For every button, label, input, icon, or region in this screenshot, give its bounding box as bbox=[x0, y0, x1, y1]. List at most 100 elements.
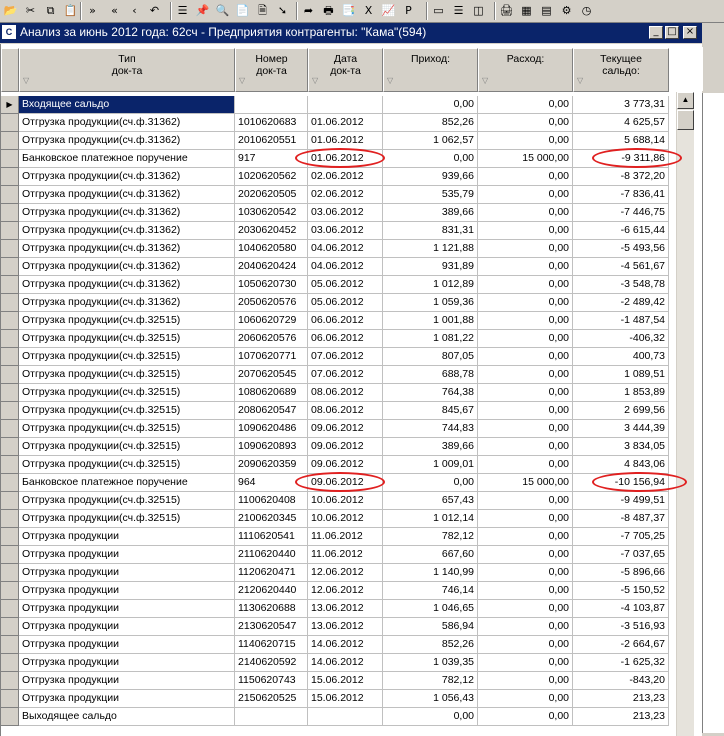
col-expense-cell[interactable]: 0,00 bbox=[478, 492, 573, 510]
table-row[interactable]: Отгрузка продукции(сч.ф.32515) 1090620486… bbox=[1, 420, 675, 438]
col-balance-cell[interactable]: -7 836,41 bbox=[573, 186, 669, 204]
col-doc-date-cell[interactable]: 14.06.2012 bbox=[308, 636, 383, 654]
col-expense-cell[interactable]: 0,00 bbox=[478, 222, 573, 240]
col-expense-cell[interactable]: 0,00 bbox=[478, 294, 573, 312]
col-income-cell[interactable]: 831,31 bbox=[383, 222, 478, 240]
table-row[interactable]: Отгрузка продукции(сч.ф.31362) 2050620576… bbox=[1, 294, 675, 312]
col-income-cell[interactable]: 939,66 bbox=[383, 168, 478, 186]
col-income-cell[interactable]: 389,66 bbox=[383, 438, 478, 456]
print-icon[interactable]: 🖶 bbox=[320, 2, 337, 19]
col-doc-number-cell[interactable]: 2150620525 bbox=[235, 690, 308, 708]
col-doc-type-cell[interactable]: Отгрузка продукции(сч.ф.31362) bbox=[19, 114, 235, 132]
sort-arrow-icon[interactable]: ▽ bbox=[239, 75, 245, 87]
table-row[interactable]: Отгрузка продукции 1140620715 14.06.2012 85… bbox=[1, 636, 675, 654]
row-indicator[interactable] bbox=[1, 348, 19, 366]
table-row[interactable]: Отгрузка продукции(сч.ф.32515) 2070620545… bbox=[1, 366, 675, 384]
col-expense-cell[interactable]: 15 000,00 bbox=[478, 150, 573, 168]
col-income-cell[interactable]: 1 009,01 bbox=[383, 456, 478, 474]
table-row[interactable]: Отгрузка продукции(сч.ф.31362) 1050620730… bbox=[1, 276, 675, 294]
col-income-cell[interactable]: 1 012,89 bbox=[383, 276, 478, 294]
col-doc-date-cell[interactable]: 10.06.2012 bbox=[308, 492, 383, 510]
col-expense-cell[interactable]: 0,00 bbox=[478, 672, 573, 690]
col-doc-number-cell[interactable]: 2110620440 bbox=[235, 546, 308, 564]
maximize-button[interactable]: □ bbox=[665, 26, 679, 39]
row-indicator[interactable] bbox=[1, 150, 19, 168]
col-doc-number-cell[interactable]: 1050620730 bbox=[235, 276, 308, 294]
col-doc-date-cell[interactable]: 12.06.2012 bbox=[308, 582, 383, 600]
print-preview-icon[interactable]: 🔍 bbox=[214, 2, 231, 19]
col-balance-cell[interactable]: -5 493,56 bbox=[573, 240, 669, 258]
table-row[interactable]: Отгрузка продукции 2130620547 13.06.2012 58… bbox=[1, 618, 675, 636]
col-expense-cell[interactable]: 0,00 bbox=[478, 438, 573, 456]
col-doc-date-cell[interactable]: 04.06.2012 bbox=[308, 258, 383, 276]
col-doc-date-cell[interactable]: 04.06.2012 bbox=[308, 240, 383, 258]
col-income-cell[interactable]: 1 039,35 bbox=[383, 654, 478, 672]
col-doc-type-cell[interactable]: Отгрузка продукции(сч.ф.32515) bbox=[19, 330, 235, 348]
col-doc-type-cell[interactable]: Отгрузка продукции(сч.ф.31362) bbox=[19, 276, 235, 294]
col-doc-date-cell[interactable]: 12.06.2012 bbox=[308, 564, 383, 582]
col-expense-header[interactable]: Расход: ▽ bbox=[478, 48, 573, 92]
col-expense-cell[interactable]: 0,00 bbox=[478, 618, 573, 636]
col-doc-type-cell[interactable]: Отгрузка продукции(сч.ф.32515) bbox=[19, 312, 235, 330]
col-income-cell[interactable]: 852,26 bbox=[383, 114, 478, 132]
col-doc-number-cell[interactable]: 1120620471 bbox=[235, 564, 308, 582]
col-doc-date-cell[interactable] bbox=[308, 708, 383, 726]
col-doc-type-cell[interactable]: Отгрузка продукции bbox=[19, 528, 235, 546]
col-expense-cell[interactable]: 0,00 bbox=[478, 582, 573, 600]
col-doc-date-cell[interactable]: 09.06.2012 bbox=[308, 474, 383, 492]
col-doc-type-cell[interactable]: Отгрузка продукции(сч.ф.31362) bbox=[19, 222, 235, 240]
col-income-cell[interactable]: 746,14 bbox=[383, 582, 478, 600]
row-indicator[interactable] bbox=[1, 366, 19, 384]
row-indicator[interactable] bbox=[1, 528, 19, 546]
col-expense-cell[interactable]: 0,00 bbox=[478, 456, 573, 474]
col-expense-cell[interactable]: 0,00 bbox=[478, 114, 573, 132]
col-doc-type-cell[interactable]: Отгрузка продукции(сч.ф.32515) bbox=[19, 420, 235, 438]
col-expense-cell[interactable]: 0,00 bbox=[478, 330, 573, 348]
table-row[interactable]: Отгрузка продукции 1130620688 13.06.2012 1 … bbox=[1, 600, 675, 618]
back-step-icon[interactable]: ‹ bbox=[126, 2, 143, 19]
col-doc-date-cell[interactable]: 03.06.2012 bbox=[308, 204, 383, 222]
col-doc-number-cell[interactable]: 1150620743 bbox=[235, 672, 308, 690]
col-doc-number-cell[interactable]: 964 bbox=[235, 474, 308, 492]
table-row[interactable]: Отгрузка продукции 2150620525 15.06.2012 1 … bbox=[1, 690, 675, 708]
col-balance-cell[interactable]: 1 853,89 bbox=[573, 384, 669, 402]
table-row[interactable]: Отгрузка продукции(сч.ф.31362) 2040620424… bbox=[1, 258, 675, 276]
col-doc-number-cell[interactable]: 2050620576 bbox=[235, 294, 308, 312]
col-doc-date-cell[interactable]: 13.06.2012 bbox=[308, 618, 383, 636]
table-row[interactable]: Отгрузка продукции(сч.ф.32515) 1100620408… bbox=[1, 492, 675, 510]
col-income-cell[interactable]: 0,00 bbox=[383, 96, 478, 114]
col-balance-cell[interactable]: 213,23 bbox=[573, 708, 669, 726]
col-doc-number-cell[interactable]: 2070620545 bbox=[235, 366, 308, 384]
row-indicator[interactable] bbox=[1, 276, 19, 294]
col-doc-date-cell[interactable]: 09.06.2012 bbox=[308, 420, 383, 438]
sort-arrow-icon[interactable]: ▽ bbox=[577, 75, 583, 87]
col-doc-date-cell[interactable]: 10.06.2012 bbox=[308, 510, 383, 528]
col-expense-cell[interactable]: 0,00 bbox=[478, 348, 573, 366]
row-indicator[interactable] bbox=[1, 114, 19, 132]
table-row[interactable]: Отгрузка продукции(сч.ф.32515) 2080620547… bbox=[1, 402, 675, 420]
col-income-cell[interactable]: 744,83 bbox=[383, 420, 478, 438]
col-doc-number-cell[interactable]: 1140620715 bbox=[235, 636, 308, 654]
col-income-cell[interactable]: 931,89 bbox=[383, 258, 478, 276]
row-indicator[interactable] bbox=[1, 294, 19, 312]
col-expense-cell[interactable]: 0,00 bbox=[478, 186, 573, 204]
col-income-cell[interactable]: 764,38 bbox=[383, 384, 478, 402]
excel-chart-icon[interactable]: 📈 bbox=[380, 2, 397, 19]
col-expense-cell[interactable]: 0,00 bbox=[478, 654, 573, 672]
col-balance-cell[interactable]: -5 896,66 bbox=[573, 564, 669, 582]
col-doc-number-cell[interactable]: 1030620542 bbox=[235, 204, 308, 222]
col-expense-cell[interactable]: 0,00 bbox=[478, 258, 573, 276]
col-income-cell[interactable]: 1 059,36 bbox=[383, 294, 478, 312]
col-balance-cell[interactable]: -10 156,94 bbox=[573, 474, 669, 492]
clock-icon[interactable]: ◷ bbox=[578, 2, 595, 19]
col-doc-type-cell[interactable]: Отгрузка продукции(сч.ф.32515) bbox=[19, 366, 235, 384]
col-doc-type-cell[interactable]: Отгрузка продукции bbox=[19, 636, 235, 654]
col-balance-cell[interactable]: -843,20 bbox=[573, 672, 669, 690]
table-row[interactable]: Отгрузка продукции 2110620440 11.06.2012 66… bbox=[1, 546, 675, 564]
col-income-cell[interactable]: 1 012,14 bbox=[383, 510, 478, 528]
row-indicator[interactable] bbox=[1, 618, 19, 636]
col-doc-type-cell[interactable]: Отгрузка продукции bbox=[19, 546, 235, 564]
col-doc-date-cell[interactable]: 05.06.2012 bbox=[308, 294, 383, 312]
table-row[interactable]: Отгрузка продукции 2140620592 14.06.2012 1 … bbox=[1, 654, 675, 672]
sort-arrow-icon[interactable]: ▽ bbox=[387, 75, 393, 87]
